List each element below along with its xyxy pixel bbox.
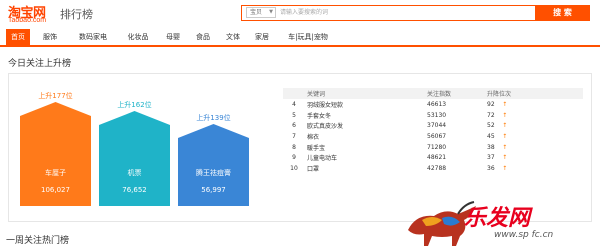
top3-rank-label: 上升162位 <box>117 101 152 109</box>
row-keyword[interactable]: 暖手宝 <box>305 142 425 153</box>
logo-subtext: Taobao.com <box>8 17 47 24</box>
watermark-url: www.sp fc.cn <box>494 230 554 240</box>
row-change-value: 36 <box>487 164 495 172</box>
top3-bar[interactable]: 车厘子 106,027 <box>20 102 91 206</box>
row-index: 53130 <box>427 111 447 119</box>
row-index: 42788 <box>427 164 447 172</box>
table-row[interactable]: 7 棉衣 56067 45 ↑ <box>283 131 583 142</box>
table-row[interactable]: 9 儿童电动车 48621 37 ↑ <box>283 152 583 163</box>
row-change-value: 38 <box>487 143 495 151</box>
watermark: 乐发网 www.sp fc.cn <box>402 200 592 248</box>
site-title: 排行榜 <box>60 8 93 21</box>
nav-item[interactable]: 首页 <box>6 29 30 45</box>
page: 淘宝网 Taobao.com 排行榜 宝贝 ▼ 搜 索 首页服饰数码家电化妆品母… <box>0 0 600 250</box>
top3-value: 76,652 <box>122 186 147 194</box>
row-keyword[interactable]: 棉衣 <box>305 131 425 142</box>
arrow-up-icon: ↑ <box>502 132 508 140</box>
row-index: 48621 <box>427 154 447 162</box>
nav-item[interactable]: 服饰 <box>36 29 64 45</box>
today-rising-title: 今日关注上升榜 <box>8 59 72 69</box>
row-rank: 6 <box>292 122 296 130</box>
top3-value: 56,997 <box>201 186 226 194</box>
row-keyword[interactable]: 欧式真皮沙发 <box>305 120 425 131</box>
row-index: 71280 <box>427 143 447 151</box>
row-keyword[interactable]: 口罩 <box>305 163 425 174</box>
search-scope-label: 宝贝 <box>250 9 263 16</box>
row-change-value: 52 <box>487 122 495 130</box>
row-keyword[interactable]: 儿童电动车 <box>305 152 425 163</box>
arrow-up-icon: ↑ <box>502 164 508 172</box>
row-change-value: 45 <box>487 132 495 140</box>
arrow-up-icon: ↑ <box>502 154 508 162</box>
rising-table: 关键词 关注指数 升降位次 4 羽绒服女短款 46613 92 ↑ 5 手套女冬 53130… <box>283 88 583 174</box>
search-input[interactable] <box>280 7 530 18</box>
table-row[interactable]: 8 暖手宝 71280 38 ↑ <box>283 142 583 153</box>
top3-rank-label: 上升177位 <box>38 92 73 100</box>
top3-rank-label: 上升139位 <box>196 114 231 122</box>
arrow-up-icon: ↑ <box>502 122 508 130</box>
row-change: 92 ↑ <box>485 99 583 110</box>
row-rank: 9 <box>292 154 296 162</box>
row-change-value: 72 <box>487 111 495 119</box>
nav-item[interactable]: 车|玩具|宠物 <box>282 29 334 45</box>
table-row[interactable]: 4 羽绒服女短款 46613 92 ↑ <box>283 99 583 110</box>
arrow-up-icon: ↑ <box>502 111 508 119</box>
table-row[interactable]: 6 欧式真皮沙发 37044 52 ↑ <box>283 120 583 131</box>
nav-item[interactable]: 食品 <box>192 29 214 45</box>
row-change-value: 37 <box>487 154 495 162</box>
top3-bar[interactable]: 机票 76,652 <box>99 111 170 206</box>
taobao-logo[interactable]: 淘宝网 Taobao.com <box>8 2 56 26</box>
row-change-value: 92 <box>487 100 495 108</box>
row-rank: 7 <box>292 132 296 140</box>
row-change: 37 ↑ <box>485 152 583 163</box>
arrow-up-icon: ↑ <box>502 143 508 151</box>
row-index: 37044 <box>427 122 447 130</box>
table-header-change: 升降位次 <box>485 88 583 99</box>
chevron-down-icon: ▼ <box>269 9 273 15</box>
watermark-text: 乐发网 <box>464 205 531 231</box>
week-hot-title: 一周关注热门榜 <box>6 236 70 246</box>
row-rank: 4 <box>292 100 296 108</box>
row-rank: 8 <box>292 143 296 151</box>
row-keyword[interactable]: 手套女冬 <box>305 110 425 121</box>
table-header-keyword: 关键词 <box>305 88 425 99</box>
row-change: 45 ↑ <box>485 131 583 142</box>
row-rank: 10 <box>290 164 298 172</box>
top3-name: 腾王祛痘膏 <box>196 169 231 177</box>
table-row[interactable]: 10 口罩 42788 36 ↑ <box>283 163 583 174</box>
arrow-up-icon: ↑ <box>502 100 508 108</box>
row-change: 38 ↑ <box>485 142 583 153</box>
nav-item[interactable]: 数码家电 <box>72 29 114 45</box>
table-header-rank <box>283 88 305 99</box>
nav-item[interactable]: 母婴 <box>162 29 184 45</box>
search-bar: 宝贝 ▼ 搜 索 <box>241 4 590 21</box>
category-nav: 首页 服饰 数码家电 化妆品 母婴 食品 文体 家居 车|玩具|宠物 <box>0 29 600 47</box>
top3-bar[interactable]: 腾王祛痘膏 56,997 <box>178 124 249 206</box>
table-header-row: 关键词 关注指数 升降位次 <box>283 88 583 99</box>
row-change: 36 ↑ <box>485 163 583 174</box>
row-change: 72 ↑ <box>485 110 583 121</box>
search-scope-select[interactable]: 宝贝 ▼ <box>246 7 276 18</box>
nav-item[interactable]: 化妆品 <box>122 29 154 45</box>
top3-name: 机票 <box>127 169 142 177</box>
top3-value: 106,027 <box>41 186 70 194</box>
search-button[interactable]: 搜 索 <box>535 4 590 21</box>
row-change: 52 ↑ <box>485 120 583 131</box>
nav-item[interactable]: 家居 <box>250 29 274 45</box>
table-header-index: 关注指数 <box>425 88 485 99</box>
row-keyword[interactable]: 羽绒服女短款 <box>305 99 425 110</box>
row-index: 46613 <box>427 100 447 108</box>
row-index: 56067 <box>427 132 447 140</box>
nav-item[interactable]: 文体 <box>222 29 244 45</box>
header: 淘宝网 Taobao.com 排行榜 宝贝 ▼ 搜 索 <box>0 0 600 28</box>
row-rank: 5 <box>292 111 296 119</box>
table-row[interactable]: 5 手套女冬 53130 72 ↑ <box>283 110 583 121</box>
top3-name: 车厘子 <box>45 169 66 177</box>
